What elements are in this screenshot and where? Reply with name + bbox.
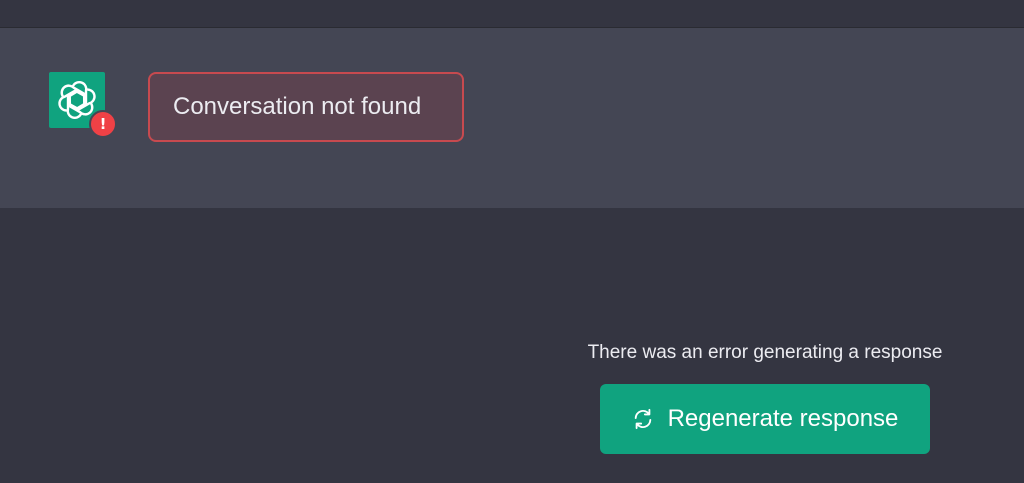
chat-page: ! Conversation not found There was an er… bbox=[0, 0, 1024, 483]
regenerate-response-label: Regenerate response bbox=[667, 405, 899, 432]
top-divider bbox=[0, 0, 1024, 28]
refresh-icon bbox=[632, 408, 654, 430]
openai-logo-icon bbox=[58, 80, 96, 120]
exclamation-icon: ! bbox=[89, 110, 117, 138]
generation-error-text: There was an error generating a response bbox=[587, 342, 943, 363]
regenerate-response-button[interactable]: Regenerate response bbox=[600, 384, 930, 454]
assistant-message-row: ! Conversation not found bbox=[0, 28, 1024, 208]
error-message: Conversation not found bbox=[148, 72, 464, 142]
